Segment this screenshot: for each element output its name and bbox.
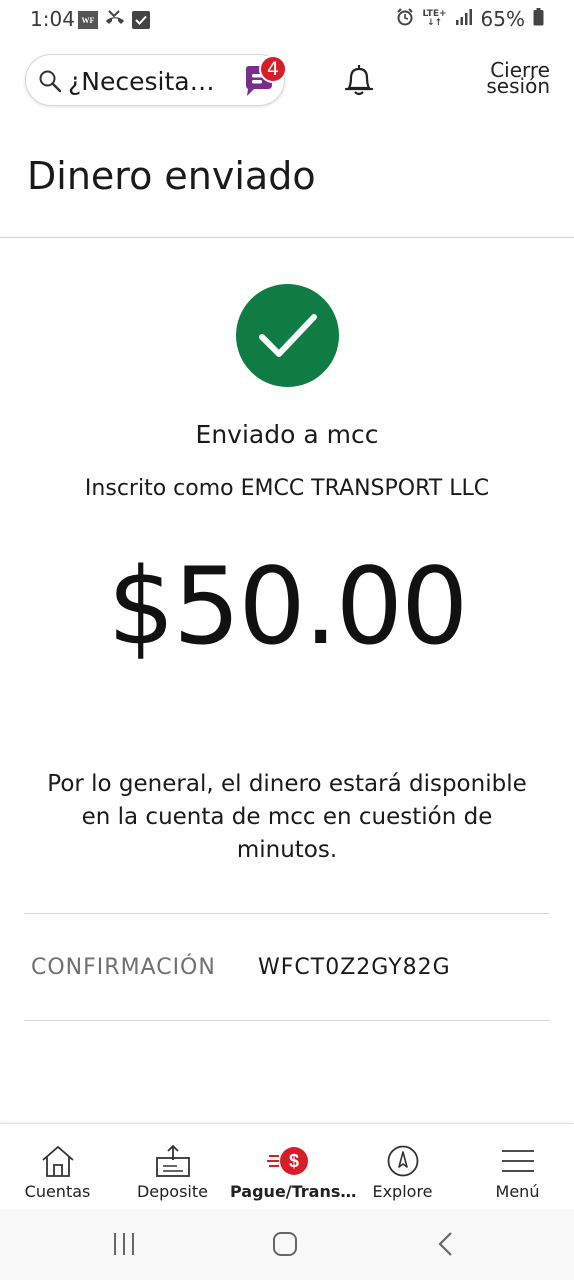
nav-label: Pague/Trans… xyxy=(230,1182,357,1201)
missed-call-icon xyxy=(104,9,126,31)
status-bar: 1:04 WF LTE+ ↓↑ 65% xyxy=(0,0,574,38)
availability-note: Por lo general, el dinero estará disponi… xyxy=(47,771,527,863)
check-box-icon xyxy=(132,11,150,29)
nav-label: Cuentas xyxy=(24,1182,91,1201)
divider xyxy=(24,913,550,914)
nav-label: Deposite xyxy=(136,1182,208,1201)
search-icon xyxy=(38,69,62,97)
chat-notification-badge: 4 xyxy=(259,55,287,83)
status-right-icons: LTE+ ↓↑ 65% xyxy=(396,7,544,31)
logout-line2: sesión xyxy=(486,74,550,98)
header-divider xyxy=(0,237,574,238)
deposit-icon xyxy=(115,1142,230,1180)
search-placeholder: ¿Necesita… xyxy=(68,67,215,96)
logout-button[interactable]: Cierre sesión xyxy=(470,60,550,98)
nav-label: Explore xyxy=(372,1182,433,1201)
battery-percentage: 65% xyxy=(480,7,525,31)
nav-item-deposite[interactable]: Deposite xyxy=(115,1124,230,1210)
nav-item-explore[interactable]: Explore xyxy=(345,1124,460,1210)
wf-icon: WF xyxy=(78,11,98,29)
status-time: 1:04 xyxy=(30,7,75,31)
back-icon[interactable] xyxy=(436,1231,456,1261)
bell-icon[interactable] xyxy=(342,62,376,102)
amount-sent: $50.00 xyxy=(107,545,469,668)
lte-icon: LTE+ ↓↑ xyxy=(422,9,447,28)
system-nav-bar xyxy=(0,1209,574,1280)
svg-text:$: $ xyxy=(288,1151,298,1171)
search-input[interactable]: ¿Necesita… xyxy=(25,54,285,106)
home-icon xyxy=(0,1142,115,1180)
nav-item-pague-trans[interactable]: $ Pague/Trans… xyxy=(230,1124,357,1210)
enrolled-as-text: Inscrito como EMCC TRANSPORT LLC xyxy=(84,476,490,501)
compass-icon xyxy=(345,1142,460,1180)
confirmation-label: CONFIRMACIÓN xyxy=(31,955,216,980)
menu-icon xyxy=(460,1142,574,1180)
recipient-text: Enviado a mcc xyxy=(195,420,379,449)
nav-label: Menú xyxy=(495,1182,540,1201)
page-title: Dinero enviado xyxy=(27,154,316,198)
recent-apps-icon[interactable] xyxy=(112,1231,136,1261)
status-left-icons: WF xyxy=(78,9,150,31)
home-button-icon[interactable] xyxy=(272,1231,298,1261)
network-type: LTE+ xyxy=(422,9,447,19)
nav-item-cuentas[interactable]: Cuentas xyxy=(0,1124,115,1210)
success-check-icon xyxy=(236,284,339,387)
confirmation-number: WFCT0Z2GY82G xyxy=(258,955,451,980)
signal-icon xyxy=(455,9,473,29)
pay-transfer-icon: $ xyxy=(230,1142,345,1180)
battery-icon xyxy=(533,8,544,30)
alarm-icon xyxy=(396,8,414,30)
nav-item-menu[interactable]: Menú xyxy=(460,1124,574,1210)
bottom-nav: Cuentas Deposite $ Pague/Trans… Explore … xyxy=(0,1123,574,1209)
divider xyxy=(24,1020,550,1021)
